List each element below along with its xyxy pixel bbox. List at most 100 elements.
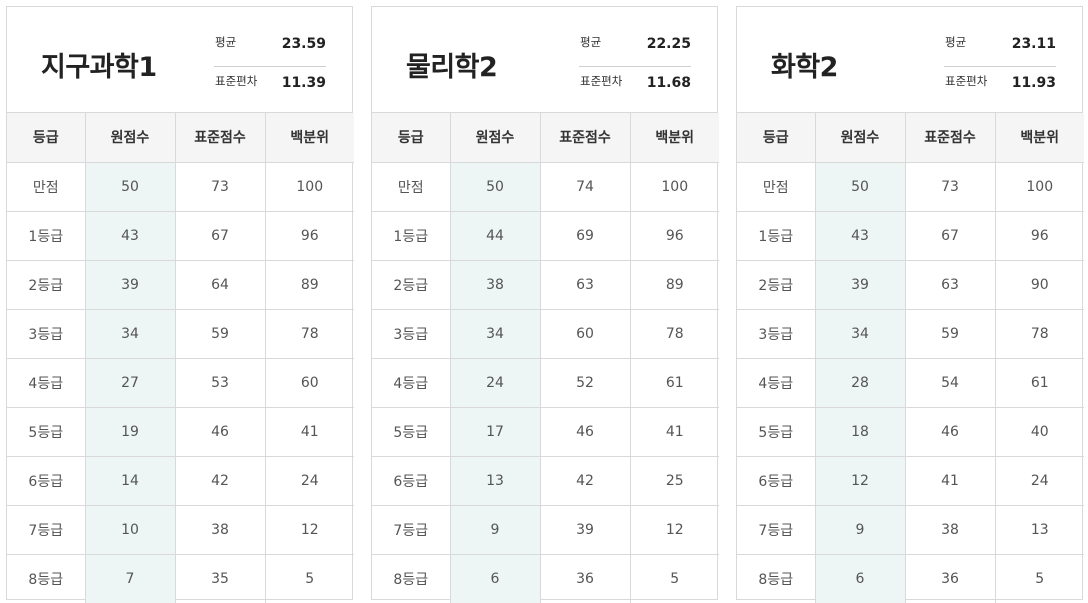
table-row: 만점 50 73 100 [7,162,354,212]
percentile-cell: 100 [265,162,354,212]
col-header-percentile: 백분위 [630,113,719,163]
raw-score-cell: 39 [815,260,906,310]
standard-score-cell: 67 [905,211,996,261]
mean-row: 평균 23.11 [944,28,1056,67]
percentile-cell: 78 [630,309,719,359]
raw-score-cell: 6 [815,554,906,603]
raw-score-cell: 18 [815,407,906,457]
raw-score-cell: 12 [815,456,906,506]
table-row: 8등급 6 36 5 [372,554,719,603]
std-row: 표준편차 11.68 [579,67,691,105]
table-header-row: 등급 원점수 표준점수 백분위 [737,113,1084,163]
subject-title: 지구과학1 [41,52,157,83]
raw-score-cell: 34 [450,309,541,359]
percentile-cell: 41 [265,407,354,457]
stats-box: 평균 23.11 표준편차 11.93 [944,28,1056,105]
col-header-grade: 등급 [372,113,451,163]
raw-score-cell: 14 [85,456,176,506]
subject-panel-1: 물리학2 평균 22.25 표준편차 11.68 등급 원점수 표준점수 백분위… [371,6,719,603]
std-value: 11.39 [281,75,326,91]
grade-cell: 2등급 [737,260,816,310]
standard-score-cell: 38 [175,505,266,555]
percentile-cell: 25 [630,456,719,506]
raw-score-cell: 10 [85,505,176,555]
standard-score-cell: 63 [905,260,996,310]
percentile-cell: 12 [265,505,354,555]
grade-cell: 1등급 [372,211,451,261]
standard-score-cell: 36 [540,554,631,603]
standard-score-cell: 73 [905,162,996,212]
grade-cell: 만점 [737,162,816,212]
standard-score-cell: 46 [540,407,631,457]
percentile-cell: 96 [265,211,354,261]
percentile-cell: 89 [630,260,719,310]
raw-score-cell: 9 [815,505,906,555]
grade-cell: 4등급 [7,358,86,408]
stats-box: 평균 22.25 표준편차 11.68 [579,28,691,105]
table-row: 3등급 34 60 78 [372,309,719,359]
table-row: 8등급 7 35 5 [7,554,354,603]
table-row: 4등급 28 54 61 [737,358,1084,408]
standard-score-cell: 38 [905,505,996,555]
table-row: 2등급 38 63 89 [372,260,719,310]
standard-score-cell: 60 [540,309,631,359]
score-table: 등급 원점수 표준점수 백분위 만점 50 73 100 1등급 43 67 96 2등급 39 6… [7,113,354,603]
grade-cell: 5등급 [372,407,451,457]
table-header-row: 등급 원점수 표준점수 백분위 [372,113,719,163]
standard-score-cell: 59 [175,309,266,359]
standard-score-cell: 74 [540,162,631,212]
table-row: 1등급 43 67 96 [7,211,354,261]
table-row: 2등급 39 64 89 [7,260,354,310]
grade-cell: 6등급 [372,456,451,506]
standard-score-cell: 63 [540,260,631,310]
raw-score-cell: 50 [85,162,176,212]
standard-score-cell: 67 [175,211,266,261]
table-row: 만점 50 74 100 [372,162,719,212]
table-row: 7등급 9 38 13 [737,505,1084,555]
percentile-cell: 12 [630,505,719,555]
table-row: 7등급 10 38 12 [7,505,354,555]
table-body: 만점 50 73 100 1등급 43 67 96 2등급 39 63 90 3등급 34 59 78 4등급 2… [737,162,1084,603]
grade-cell: 8등급 [737,554,816,603]
table-body: 만점 50 73 100 1등급 43 67 96 2등급 39 64 89 3등급 34 59 78 4등급 2… [7,162,354,603]
raw-score-cell: 19 [85,407,176,457]
mean-value: 23.59 [281,36,326,52]
table-row: 8등급 6 36 5 [737,554,1084,603]
grade-cell: 3등급 [7,309,86,359]
grade-cell: 만점 [7,162,86,212]
std-row: 표준편차 11.39 [214,67,326,105]
grade-cell: 5등급 [7,407,86,457]
raw-score-cell: 50 [450,162,541,212]
grade-cell: 7등급 [7,505,86,555]
grade-cell: 5등급 [737,407,816,457]
score-tables-page: 지구과학1 평균 23.59 표준편차 11.39 등급 원점수 표준점수 백분… [0,0,1088,603]
subject-title: 물리학2 [406,52,498,83]
raw-score-cell: 44 [450,211,541,261]
table-row: 2등급 39 63 90 [737,260,1084,310]
percentile-cell: 5 [1035,570,1045,587]
percentile-cell: 100 [630,162,719,212]
std-row: 표준편차 11.93 [944,67,1056,105]
table-row: 6등급 13 42 25 [372,456,719,506]
std-label: 표준편차 [580,74,623,88]
percentile-cell: 61 [630,358,719,408]
col-header-standard: 표준점수 [905,113,996,163]
percentile-cell: 41 [630,407,719,457]
standard-score-cell: 46 [175,407,266,457]
percentile-cell: 96 [995,211,1084,261]
percentile-cell: 13 [995,505,1084,555]
std-label: 표준편차 [945,74,988,88]
col-header-grade: 등급 [7,113,86,163]
table-header-row: 등급 원점수 표준점수 백분위 [7,113,354,163]
raw-score-cell: 9 [450,505,541,555]
raw-score-cell: 34 [815,309,906,359]
standard-score-cell: 41 [905,456,996,506]
mean-label: 평균 [580,35,602,49]
table-row: 4등급 27 53 60 [7,358,354,408]
percentile-cell: 5 [670,570,680,587]
standard-score-cell: 42 [540,456,631,506]
raw-score-cell: 43 [85,211,176,261]
standard-score-cell: 73 [175,162,266,212]
percentile-cell: 40 [995,407,1084,457]
raw-score-cell: 50 [815,162,906,212]
